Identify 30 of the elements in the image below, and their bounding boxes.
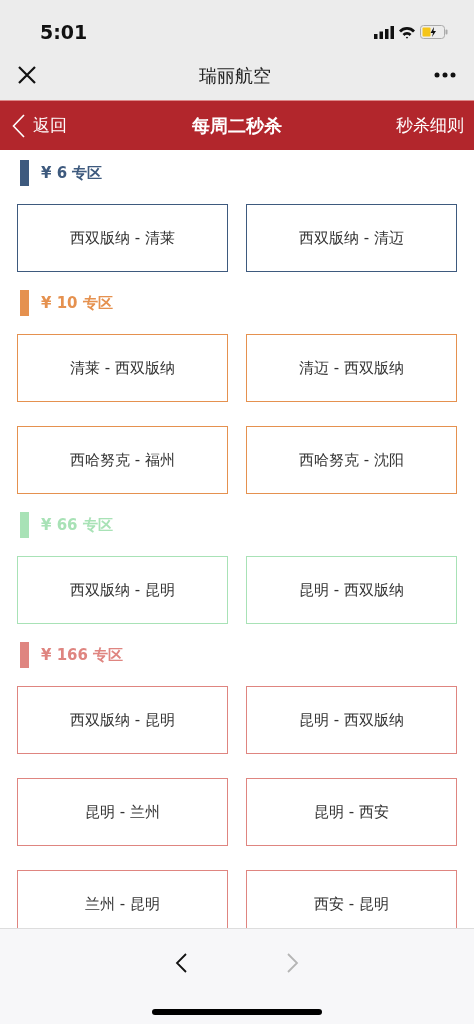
page-title: 瑞丽航空 bbox=[199, 63, 271, 88]
section-heading: ¥ 10 专区 bbox=[41, 292, 113, 314]
section-heading: ¥ 6 专区 bbox=[41, 162, 103, 184]
route-button[interactable]: 西双版纳 - 清莱 bbox=[17, 204, 228, 272]
close-icon[interactable] bbox=[18, 66, 36, 84]
status-time: 5:01 bbox=[40, 19, 88, 45]
route-button[interactable]: 清迈 - 西双版纳 bbox=[246, 334, 457, 402]
more-icon[interactable] bbox=[434, 72, 456, 78]
route-button[interactable]: 西双版纳 - 清迈 bbox=[246, 204, 457, 272]
signal-icon bbox=[374, 25, 394, 39]
route-button[interactable]: 昆明 - 西双版纳 bbox=[246, 556, 457, 624]
section-heading: ¥ 166 专区 bbox=[41, 644, 124, 666]
back-icon[interactable] bbox=[175, 953, 187, 973]
route-button[interactable]: 西哈努克 - 福州 bbox=[17, 426, 228, 494]
route-button[interactable]: 昆明 - 兰州 bbox=[17, 778, 228, 846]
route-button[interactable]: 西双版纳 - 昆明 bbox=[17, 556, 228, 624]
route-button[interactable]: 西双版纳 - 昆明 bbox=[17, 686, 228, 754]
battery-icon bbox=[420, 25, 448, 39]
back-link[interactable]: 返回 bbox=[33, 112, 67, 139]
route-button[interactable]: 昆明 - 西双版纳 bbox=[246, 686, 457, 754]
header-title: 每周二秒杀 bbox=[192, 114, 282, 138]
rules-link[interactable]: 秒杀细则 bbox=[396, 112, 464, 139]
wifi-icon bbox=[398, 25, 416, 39]
route-button[interactable]: 西哈努克 - 沈阳 bbox=[246, 426, 457, 494]
route-button[interactable]: 清莱 - 西双版纳 bbox=[17, 334, 228, 402]
back-chevron-icon[interactable] bbox=[12, 113, 25, 138]
section-heading: ¥ 66 专区 bbox=[41, 514, 113, 536]
route-button[interactable]: 昆明 - 西安 bbox=[246, 778, 457, 846]
route-button[interactable]: 兰州 - 昆明 bbox=[17, 870, 228, 928]
route-button[interactable]: 西安 - 昆明 bbox=[246, 870, 457, 928]
